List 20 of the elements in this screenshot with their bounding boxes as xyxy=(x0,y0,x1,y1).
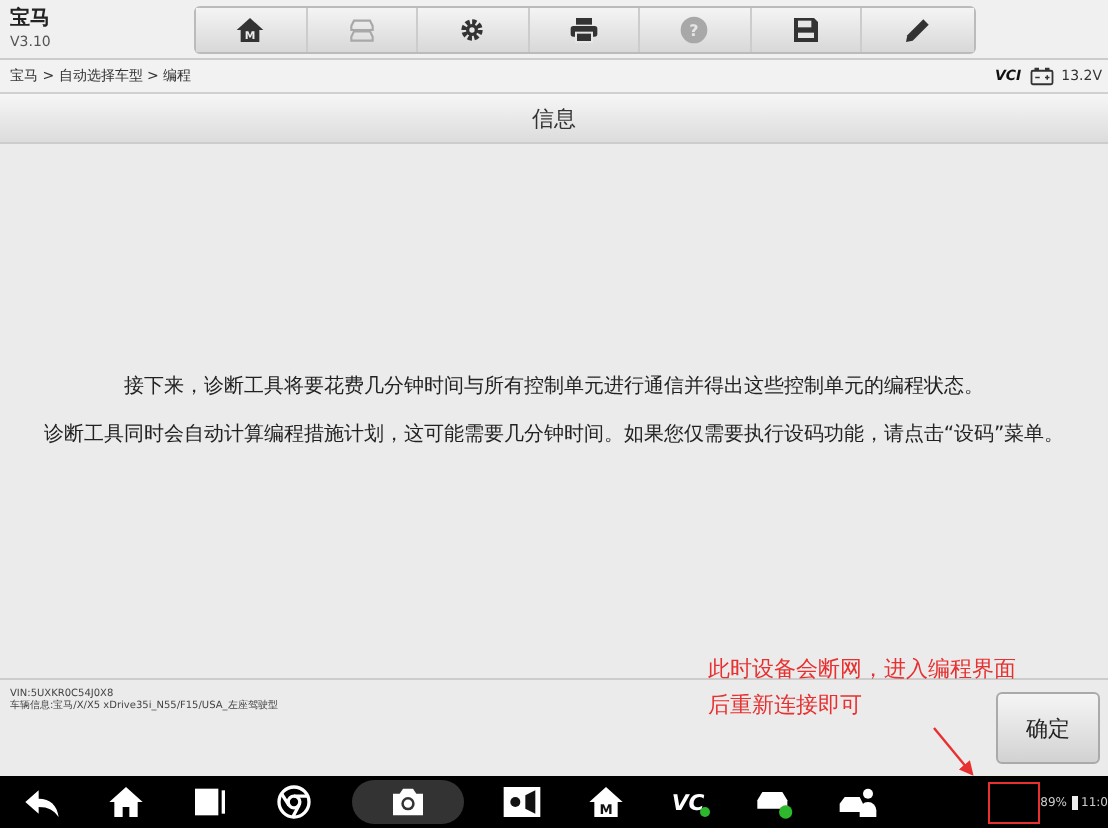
settings-button[interactable] xyxy=(418,7,529,51)
printer-icon xyxy=(567,13,600,45)
brightness-icon xyxy=(502,782,542,822)
battery-icon xyxy=(1071,795,1078,809)
pencil-icon xyxy=(901,13,934,45)
confirm-button[interactable]: 确定 xyxy=(996,692,1100,764)
panel-title: 信息 xyxy=(532,103,576,133)
message-text: 接下来，诊断工具将要花费几分钟时间与所有控制单元进行通信并得出这些控制单元的编程状态。 xyxy=(122,373,986,401)
battery-icon xyxy=(1029,66,1054,86)
settings-icon xyxy=(456,13,489,45)
save-icon xyxy=(789,13,822,45)
home-icon xyxy=(106,782,146,822)
camera-button[interactable] xyxy=(352,780,464,824)
pencil-button[interactable] xyxy=(862,7,973,51)
highlight-box xyxy=(988,782,1040,824)
message-text: 诊断工具同时会自动计算编程措施计划，这可能需要几分钟时间。如果您仅需要执行设码功能，请点击“设码”菜单。 xyxy=(41,421,1067,449)
save-button[interactable] xyxy=(751,7,862,51)
app-title: 宝马 xyxy=(10,7,52,31)
printer-button[interactable] xyxy=(529,7,640,51)
browser-icon xyxy=(274,782,314,822)
